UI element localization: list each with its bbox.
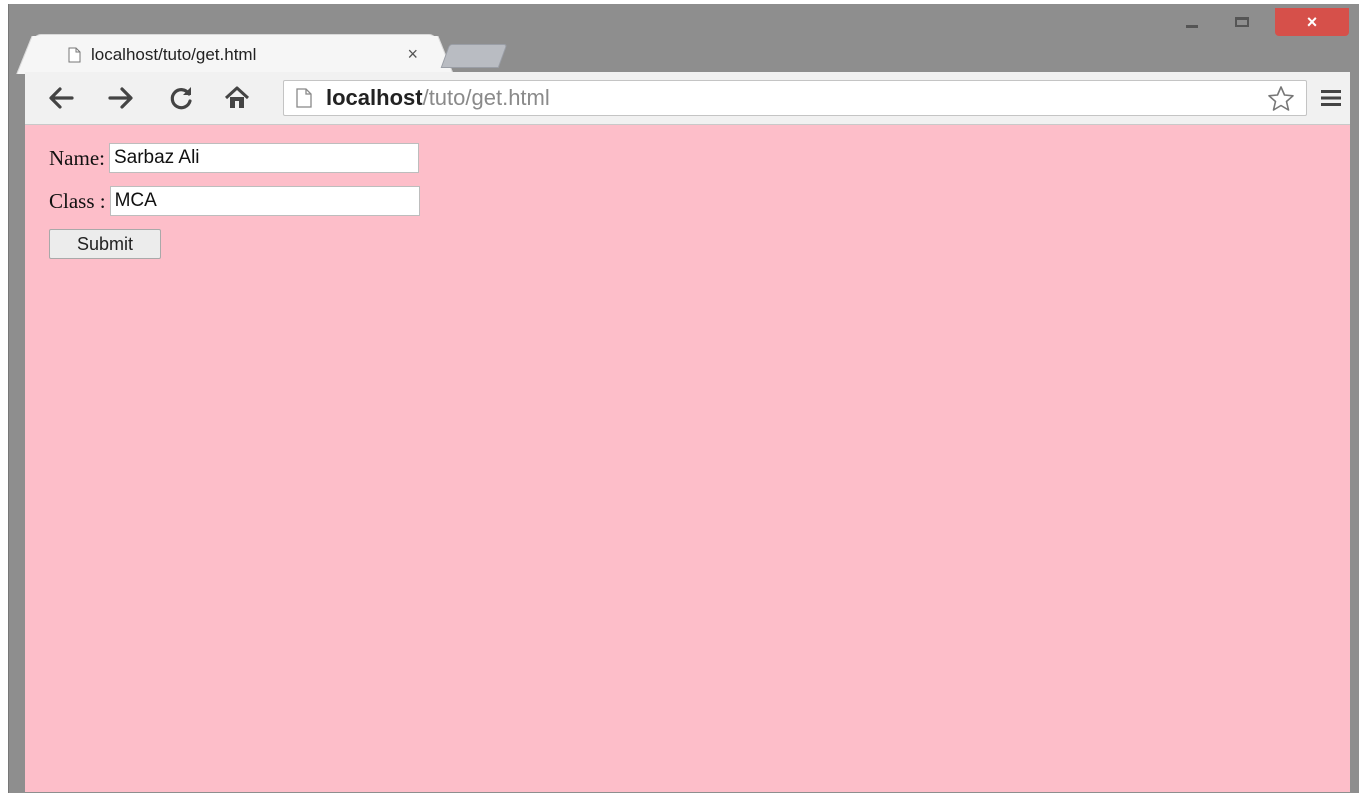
name-row: Name: [49,143,419,173]
forward-button[interactable] [105,82,137,114]
tab-title: localhost/tuto/get.html [91,44,257,64]
screenshot: localhost/tuto/get.html × × localhost /t… [0,0,1359,795]
maximize-icon [1235,17,1249,27]
page-icon [296,88,312,108]
minimize-icon [1186,24,1198,28]
close-window-button[interactable]: × [1275,8,1349,36]
reload-icon [170,87,192,110]
home-button[interactable] [221,82,253,114]
reload-button[interactable] [165,82,197,114]
close-icon: × [1306,11,1318,32]
back-button[interactable] [45,82,77,114]
url-path: /tuto/get.html [422,85,550,110]
star-icon[interactable] [1266,84,1296,114]
class-label: Class : [49,188,106,213]
tab-close-icon[interactable]: × [407,44,418,65]
menu-icon[interactable] [1317,84,1345,112]
submit-button[interactable]: Submit [49,229,161,259]
address-bar[interactable]: localhost/tuto/get.html [283,80,1307,116]
minimize-button[interactable] [1175,8,1209,36]
browser-toolbar: localhost/tuto/get.html [25,72,1350,125]
page-icon [68,47,81,62]
class-input[interactable] [109,186,420,216]
home-icon [224,86,250,108]
url-host: localhost [326,85,423,110]
page-content: Name: Class : Submit [25,125,1350,792]
browser-window: localhost/tuto/get.html × × localhost /t… [8,4,1359,793]
class-row: Class : [49,186,420,216]
new-tab-button[interactable] [440,44,508,68]
name-input[interactable] [108,143,419,173]
maximize-button[interactable] [1225,8,1259,36]
name-label: Name: [49,145,105,170]
tab-active[interactable]: localhost/tuto/get.html × [33,34,437,74]
back-arrow-icon [49,87,74,109]
forward-arrow-icon [108,87,133,109]
tab-strip: localhost/tuto/get.html × × [9,4,1359,74]
